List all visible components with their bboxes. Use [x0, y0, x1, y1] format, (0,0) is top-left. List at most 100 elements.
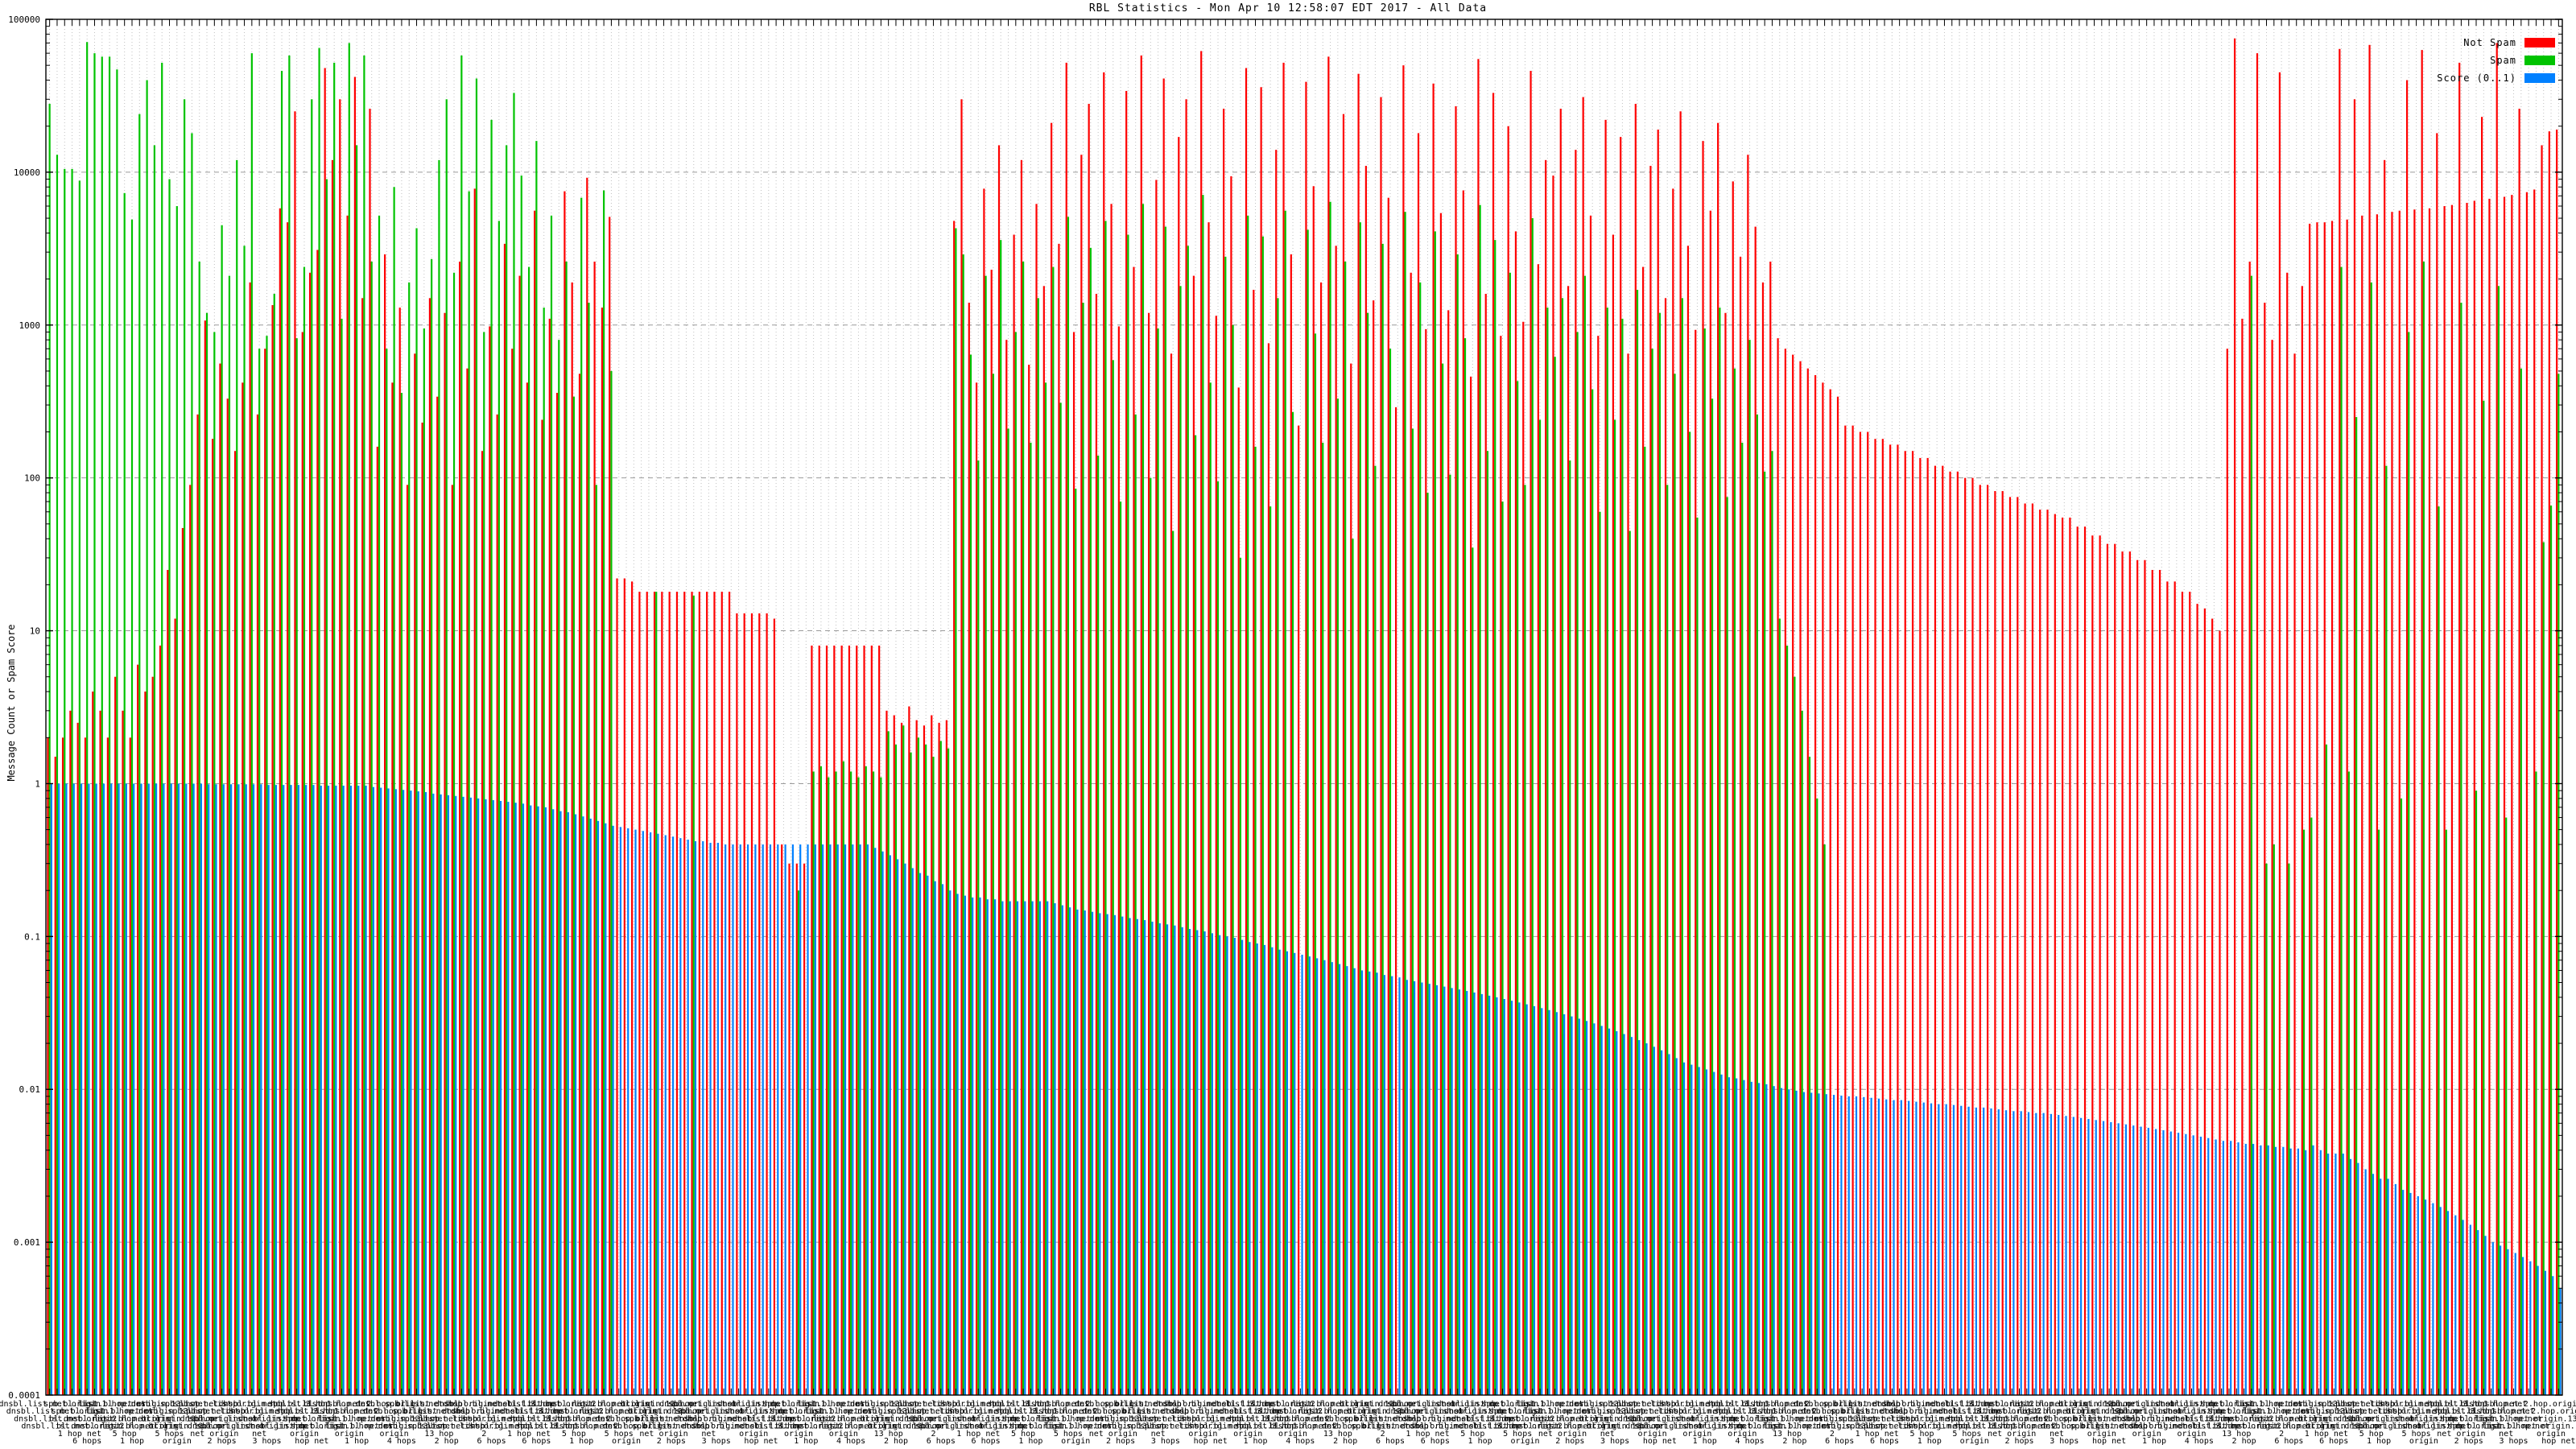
bar-score	[2103, 1121, 2104, 1395]
bar-score	[2417, 1196, 2419, 1395]
bar-not-spam	[2099, 535, 2101, 1394]
bar-score	[1975, 1108, 1977, 1395]
bar-not-spam	[377, 447, 378, 1395]
bar-not-spam	[1103, 72, 1104, 1395]
bar-spam	[93, 53, 95, 1394]
bar-score	[2110, 1122, 2112, 1395]
bar-score	[1579, 1018, 1580, 1394]
bar-not-spam	[758, 613, 760, 1395]
bar-not-spam	[1185, 99, 1187, 1394]
bar-score	[237, 784, 239, 1394]
bar-not-spam	[1327, 56, 1329, 1394]
bar-spam	[2251, 276, 2252, 1395]
bar-not-spam	[2354, 99, 2355, 1394]
bar-score	[552, 809, 554, 1394]
bar-spam	[1052, 267, 1054, 1395]
bar-not-spam	[1919, 458, 1921, 1395]
bar-not-spam	[2309, 224, 2310, 1395]
x-tick-label: 3 hops	[2499, 1437, 2528, 1446]
bar-score	[2343, 1154, 2344, 1394]
bar-not-spam	[2301, 286, 2303, 1394]
x-tick-label: 3 hops	[702, 1437, 731, 1446]
bar-not-spam	[1125, 91, 1127, 1395]
bar-not-spam	[182, 528, 184, 1395]
bar-score	[605, 824, 606, 1395]
bar-spam	[1704, 328, 1706, 1394]
bar-not-spam	[2039, 510, 2041, 1394]
rbl-chart-plot: 1000001000010001001010.10.010.0010.0001d…	[0, 0, 2576, 1449]
bar-spam	[86, 42, 88, 1394]
bar-not-spam	[1388, 198, 1389, 1395]
bar-not-spam	[1874, 439, 1876, 1394]
bar-score	[1818, 1093, 1819, 1394]
bar-score	[2155, 1129, 2157, 1395]
bar-score	[1219, 935, 1220, 1395]
bar-not-spam	[1508, 126, 1509, 1395]
bar-score	[1481, 994, 1483, 1395]
bar-score	[1331, 962, 1333, 1394]
bar-spam	[101, 56, 103, 1394]
bar-not-spam	[1649, 166, 1651, 1394]
bar-score	[2282, 1147, 2284, 1395]
bar-score	[979, 898, 980, 1395]
bar-spam	[109, 56, 110, 1394]
bar-score	[1504, 999, 1505, 1395]
bar-score	[328, 786, 329, 1395]
bar-not-spam	[1905, 451, 1906, 1394]
bar-score	[1781, 1088, 1782, 1395]
bar-spam	[176, 206, 178, 1394]
bar-spam	[1082, 303, 1084, 1394]
x-tick-label: 3 hops	[2050, 1437, 2079, 1446]
bar-spam	[543, 308, 545, 1394]
bar-not-spam	[1912, 451, 1913, 1394]
bar-score	[1496, 997, 1497, 1395]
bar-not-spam	[1418, 133, 1419, 1394]
bar-not-spam	[227, 398, 229, 1394]
bar-not-spam	[369, 109, 370, 1394]
bar-score	[1990, 1108, 1992, 1395]
bar-score	[1893, 1100, 1894, 1395]
bar-score	[1765, 1084, 1767, 1395]
bar-not-spam	[452, 485, 453, 1394]
legend-label-not-spam: Not Spam	[2463, 37, 2516, 48]
bar-score	[762, 844, 764, 1394]
bar-not-spam	[661, 592, 663, 1394]
bar-spam	[1382, 244, 1384, 1395]
bar-not-spam	[923, 725, 925, 1394]
bar-not-spam	[1043, 286, 1045, 1394]
bar-not-spam	[1987, 485, 1988, 1394]
bar-not-spam	[332, 160, 333, 1395]
bar-score	[935, 881, 936, 1395]
bar-score	[1032, 902, 1034, 1395]
bar-not-spam	[534, 211, 535, 1395]
bar-not-spam	[1133, 267, 1134, 1395]
bar-spam	[610, 371, 612, 1395]
bar-score	[1309, 956, 1311, 1394]
bar-not-spam	[429, 298, 431, 1394]
bar-spam	[2310, 818, 2312, 1395]
bar-spam	[1232, 325, 1234, 1395]
bar-spam	[1569, 460, 1571, 1394]
bar-not-spam	[1672, 188, 1674, 1394]
bar-score	[994, 899, 996, 1394]
bar-score	[185, 783, 187, 1394]
bar-not-spam	[1298, 426, 1299, 1395]
bar-score	[799, 844, 801, 1394]
bar-score	[1758, 1083, 1760, 1394]
bar-not-spam	[2144, 560, 2145, 1395]
bar-score	[1257, 943, 1258, 1394]
bar-score	[470, 798, 472, 1395]
bar-spam	[1067, 217, 1069, 1394]
bar-score	[724, 844, 726, 1394]
bar-score	[1518, 1002, 1520, 1394]
bar-score	[2425, 1199, 2426, 1394]
bar-not-spam	[47, 737, 48, 1394]
bar-not-spam	[1238, 387, 1240, 1394]
bar-not-spam	[2077, 526, 2079, 1394]
bar-not-spam	[1755, 227, 1757, 1395]
bar-score	[515, 803, 517, 1394]
bar-spam	[2408, 332, 2409, 1394]
bar-score	[770, 844, 771, 1394]
bar-score	[522, 803, 524, 1394]
bar-score	[88, 783, 89, 1394]
